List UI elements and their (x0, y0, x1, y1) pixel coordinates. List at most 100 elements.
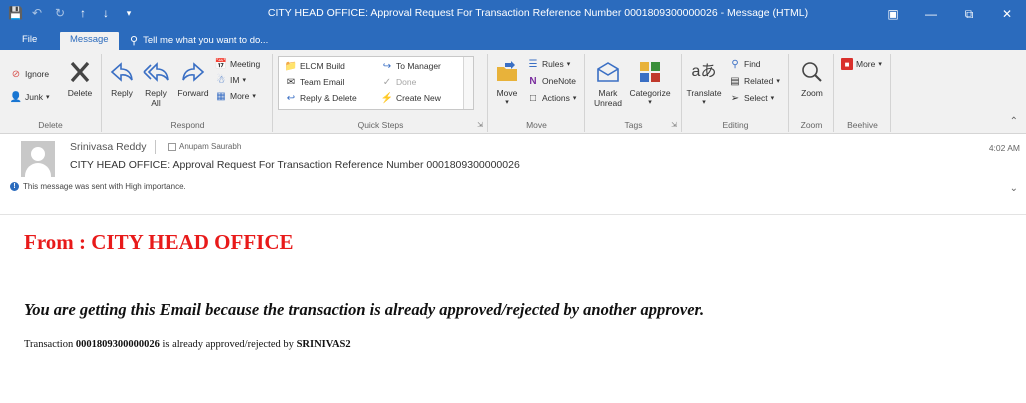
onenote-icon: N (529, 75, 537, 87)
ignore-icon: ⊘ (11, 68, 21, 80)
related-button[interactable]: ▤ Related ▾ (729, 75, 780, 87)
avatar (21, 141, 55, 177)
recipient[interactable]: Anupam Saurabh (168, 142, 241, 151)
folder-icon: 📁 (284, 60, 298, 72)
recipient-name: Anupam Saurabh (179, 142, 242, 151)
notice-text: You are getting this Email because the t… (24, 300, 705, 319)
beehive-more-button[interactable]: ■ More ▾ (841, 58, 882, 70)
recipient-checkbox-icon (168, 142, 176, 151)
related-icon: ▤ (730, 75, 740, 87)
from-heading: From : CITY HEAD OFFICE (24, 230, 294, 254)
window-title: CITY HEAD OFFICE: Approval Request For T… (267, 7, 809, 19)
categorize-button[interactable]: Categorize ▾ (626, 58, 674, 108)
title-bar: 💾 ↶ ↻ ↑ ↓ ▾ CITY HEAD OFFICE: Approval R… (0, 0, 1026, 28)
tell-me-placeholder: Tell me what you want to do... (143, 35, 269, 46)
collapse-ribbon-icon[interactable]: ⌃ (1010, 116, 1018, 127)
rules-button[interactable]: ☰ Rules ▾ (527, 58, 571, 70)
forward-icon (179, 58, 207, 86)
reply-button[interactable]: Reply (107, 58, 137, 98)
tx-middle: is already approved/rejected by (162, 339, 294, 350)
im-icon: ☃ (216, 74, 226, 86)
categorize-icon (636, 58, 664, 86)
move-button[interactable]: Move ▾ (493, 58, 521, 108)
reply-all-button[interactable]: Reply All (141, 58, 171, 108)
meeting-icon: 📅 (214, 58, 228, 70)
magnifier-icon (798, 58, 826, 86)
more-respond-icon: ▦ (216, 90, 226, 102)
meeting-button[interactable]: 📅 Meeting (215, 58, 260, 70)
reply-delete-icon: ↩ (286, 92, 296, 104)
translate-icon: aあ (691, 63, 717, 80)
message-subject: CITY HEAD OFFICE: Approval Request For T… (70, 159, 520, 171)
quick-step-done[interactable]: ✓ Done (381, 76, 417, 88)
sender-name[interactable]: Srinivasa Reddy (70, 141, 146, 153)
lightning-icon: ⚡ (380, 92, 394, 104)
select-cursor-icon: ➢ (730, 92, 740, 104)
tx-prefix: Transaction (24, 339, 74, 350)
header-divider (155, 140, 156, 154)
mark-unread-icon (594, 58, 622, 86)
ribbon-tabs: File Message ⚲ Tell me what you want to … (0, 28, 1026, 50)
delete-button[interactable]: Delete (64, 58, 96, 98)
move-folder-icon (493, 58, 521, 86)
respond-group: Reply Reply All Forward 📅 Meeting ☃ IM ▾… (103, 54, 273, 132)
envelope-icon: ✉ (286, 76, 296, 88)
info-icon: ! (10, 182, 19, 191)
quick-step-elcm-build[interactable]: 📁 ELCM Build (285, 60, 345, 72)
lightbulb-icon: ⚲ (130, 35, 139, 47)
tab-file[interactable]: File (14, 32, 45, 50)
checkmark-icon: ✓ (382, 76, 392, 88)
rules-icon: ☰ (528, 58, 538, 70)
beehive-icon: ■ (841, 58, 853, 70)
ribbon: ⊘ Ignore 👤 Junk ▾ Delete Delete Reply Re… (0, 50, 1026, 134)
tags-group: Mark Unread Categorize ▾ ⇲ Tags (586, 54, 682, 132)
tell-me-box[interactable]: ⚲ Tell me what you want to do... (122, 32, 276, 50)
quick-steps-group: 📁 ELCM Build ✉ Team Email ↩ Reply & Dele… (274, 54, 488, 132)
ignore-button[interactable]: ⊘ Ignore (10, 68, 49, 80)
restore-icon[interactable]: ⧉ (950, 0, 988, 28)
close-icon[interactable]: ✕ (988, 0, 1026, 28)
forward-manager-icon: ↪ (382, 60, 392, 72)
delete-group: ⊘ Ignore 👤 Junk ▾ Delete Delete (0, 54, 102, 132)
tab-message[interactable]: Message (60, 32, 119, 50)
ribbon-display-options-icon[interactable]: ▣ (874, 0, 912, 28)
editing-group: aあ Translate ▾ ⚲ Find ▤ Related ▾ ➢ Sele… (683, 54, 789, 132)
translate-button[interactable]: aあ Translate ▾ (685, 58, 723, 108)
quick-step-to-manager[interactable]: ↪ To Manager (381, 60, 441, 72)
onenote-button[interactable]: N OneNote (527, 75, 576, 87)
quick-step-reply-delete[interactable]: ↩ Reply & Delete (285, 92, 357, 104)
importance-notice: ! This message was sent with High import… (10, 182, 186, 191)
beehive-group: ■ More ▾ Beehive (835, 54, 891, 132)
junk-button[interactable]: 👤 Junk ▾ (9, 91, 50, 103)
received-time: 4:02 AM (988, 143, 1020, 153)
zoom-button[interactable]: Zoom (796, 58, 828, 98)
junk-icon: 👤 (9, 91, 23, 103)
importance-text: This message was sent with High importan… (23, 182, 186, 191)
quick-step-create-new[interactable]: ⚡ Create New (381, 92, 441, 104)
actions-icon: □ (529, 92, 537, 104)
reply-all-icon (142, 58, 170, 86)
move-group: Move ▾ ☰ Rules ▾ N OneNote □ Actions ▾ M… (489, 54, 585, 132)
quick-steps-scrollbar[interactable] (463, 57, 473, 109)
expand-header-icon[interactable]: ⌄ (1010, 183, 1018, 194)
quick-steps-gallery: 📁 ELCM Build ✉ Team Email ↩ Reply & Dele… (278, 56, 474, 110)
zoom-group: Zoom Zoom (790, 54, 834, 132)
transaction-line: Transaction 0001809300000026 is already … (24, 339, 351, 350)
quick-step-team-email[interactable]: ✉ Team Email (285, 76, 345, 88)
tx-number: 0001809300000026 (75, 339, 160, 350)
im-button[interactable]: ☃ IM ▾ (215, 74, 246, 86)
minimize-icon[interactable]: — (912, 0, 950, 28)
respond-more-button[interactable]: ▦ More ▾ (215, 90, 256, 102)
reply-icon (108, 58, 136, 86)
delete-x-icon (66, 58, 94, 86)
select-button[interactable]: ➢ Select ▾ (729, 92, 774, 104)
tx-approver: SRINIVAS2 (296, 339, 351, 350)
mark-unread-button[interactable]: Mark Unread (590, 58, 626, 108)
forward-button[interactable]: Forward (175, 58, 211, 98)
find-search-icon: ⚲ (731, 58, 739, 70)
actions-button[interactable]: □ Actions ▾ (527, 92, 576, 104)
message-body: From : CITY HEAD OFFICE You are getting … (0, 216, 1026, 403)
window-controls: ▣ — ⧉ ✕ (874, 0, 1026, 28)
find-button[interactable]: ⚲ Find (729, 58, 760, 70)
message-header: Srinivasa Reddy Anupam Saurabh 4:02 AM C… (0, 135, 1026, 215)
